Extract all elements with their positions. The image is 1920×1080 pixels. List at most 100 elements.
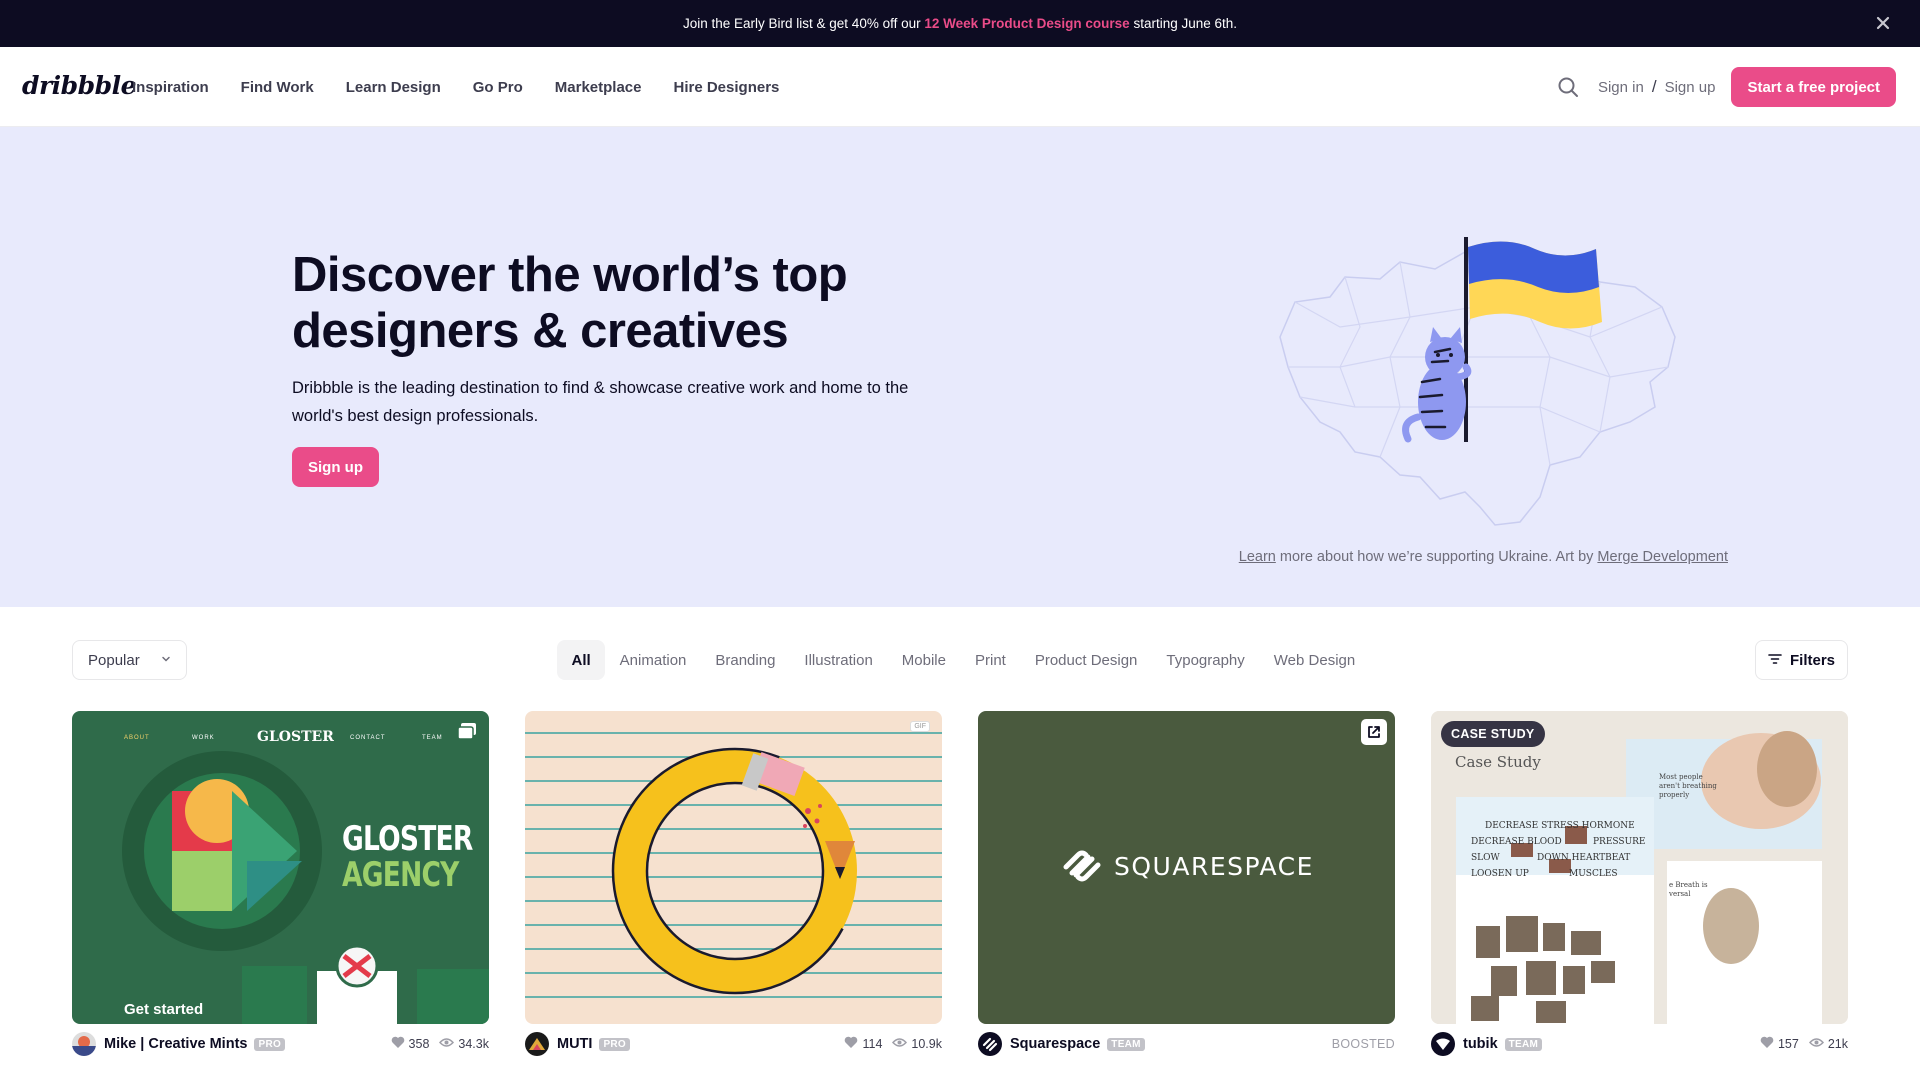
heart-icon	[391, 1036, 405, 1052]
promo-text: Join the Early Bird list & get 40% off o…	[682, 16, 1238, 31]
search-icon[interactable]	[1554, 73, 1582, 101]
category-mobile[interactable]: Mobile	[887, 640, 960, 680]
shot-card: CASE STUDY Case Study DECREASE STRESS HO…	[1431, 711, 1848, 1056]
case-line-5: DOWN HEARTBEAT	[1537, 853, 1631, 863]
auth-separator: /	[1651, 77, 1657, 96]
promo-course-link[interactable]: 12 Week Product Design course	[924, 16, 1129, 31]
case-line-2: DECREASE BLOOD	[1471, 837, 1562, 847]
shot-menu-team: TEAM	[422, 735, 443, 741]
shot-author[interactable]: Squarespace	[1010, 1036, 1100, 1052]
squarespace-logo: SQUARESPACE	[1060, 849, 1314, 883]
sign-up-link[interactable]: Sign up	[1665, 79, 1716, 96]
start-project-button[interactable]: Start a free project	[1731, 67, 1896, 107]
shot-meta: Squarespace TEAM BOOSTED	[978, 1032, 1395, 1056]
shot-card: GIF MUTI PRO 114 10.9k	[525, 711, 942, 1056]
case-side-note: Most people aren't breathing properly	[1659, 773, 1717, 799]
category-illustration[interactable]: Illustration	[790, 640, 887, 680]
shot-brand-text: GLOSTER	[257, 729, 334, 745]
shot-stats: 157 21k	[1760, 1036, 1848, 1052]
category-branding[interactable]: Branding	[701, 640, 790, 680]
filter-icon	[1768, 652, 1782, 669]
shot-grid: GLOSTER ABOUT WORK CONTACT TEAM GLOSTER …	[72, 711, 1848, 1080]
multi-shot-icon	[455, 719, 481, 745]
case-line-3: PRESSURE	[1593, 837, 1646, 847]
views-stat: 10.9k	[892, 1037, 942, 1051]
avatar[interactable]	[1431, 1032, 1455, 1056]
auth-links: Sign in / Sign up	[1598, 77, 1715, 97]
case-side-note-2: e Breath is versal	[1669, 881, 1708, 898]
views-stat: 34.3k	[439, 1037, 489, 1051]
sort-dropdown[interactable]: Popular	[72, 640, 187, 680]
filter-bar: Popular All Animation Branding Illustrat…	[0, 607, 1920, 712]
shot-menu-contact: CONTACT	[350, 735, 386, 741]
shot-headline-1: GLOSTER	[342, 819, 473, 859]
shot-thumbnail[interactable]: GLOSTER ABOUT WORK CONTACT TEAM GLOSTER …	[72, 711, 489, 1024]
category-animation[interactable]: Animation	[605, 640, 701, 680]
nav-link-inspiration[interactable]: Inspiration	[132, 79, 209, 96]
nav-right: Sign in / Sign up Start a free project	[1554, 47, 1896, 127]
boosted-label: BOOSTED	[1331, 1037, 1395, 1051]
promo-banner: Join the Early Bird list & get 40% off o…	[0, 0, 1920, 47]
shot-thumbnail[interactable]: SQUARESPACE	[978, 711, 1395, 1024]
eye-icon	[439, 1037, 455, 1051]
case-study-badge: CASE STUDY	[1441, 721, 1545, 747]
hero-signup-button[interactable]: Sign up	[292, 447, 379, 487]
chevron-down-icon	[160, 652, 172, 669]
ukraine-illustration	[1250, 207, 1700, 537]
shot-menu-work: WORK	[192, 735, 215, 741]
shot-author[interactable]: Mike | Creative Mints	[104, 1036, 247, 1052]
avatar[interactable]	[978, 1032, 1002, 1056]
avatar[interactable]	[525, 1032, 549, 1056]
shot-author[interactable]: MUTI	[557, 1036, 592, 1052]
views-stat: 21k	[1808, 1037, 1848, 1051]
shot-meta: tubik TEAM 157 21k	[1431, 1032, 1848, 1056]
pro-badge: PRO	[254, 1037, 286, 1051]
shot-stats: 358 34.3k	[391, 1036, 489, 1052]
nav-link-marketplace[interactable]: Marketplace	[555, 79, 642, 96]
team-badge: TEAM	[1504, 1037, 1543, 1051]
filters-button[interactable]: Filters	[1755, 640, 1848, 680]
shot-stats: 114 10.9k	[844, 1036, 942, 1052]
likes-stat[interactable]: 114	[844, 1036, 882, 1052]
shot-thumbnail[interactable]: CASE STUDY Case Study DECREASE STRESS HO…	[1431, 711, 1848, 1024]
case-line-7: MUSCLES	[1569, 869, 1618, 879]
pro-badge: PRO	[599, 1037, 631, 1051]
close-icon[interactable]	[1872, 12, 1894, 34]
avatar[interactable]	[72, 1032, 96, 1056]
case-line-6: LOOSEN UP	[1471, 869, 1529, 879]
shot-thumbnail[interactable]: GIF	[525, 711, 942, 1024]
category-web-design[interactable]: Web Design	[1259, 640, 1369, 680]
shot-meta: MUTI PRO 114 10.9k	[525, 1032, 942, 1056]
hero-section: Discover the world’s top designers & cre…	[0, 127, 1920, 607]
eye-icon	[1808, 1037, 1824, 1051]
nav-link-hire-designers[interactable]: Hire Designers	[674, 79, 780, 96]
shot-cta-text: Get started	[124, 1001, 204, 1018]
nav-link-learn-design[interactable]: Learn Design	[346, 79, 441, 96]
category-product-design[interactable]: Product Design	[1020, 640, 1152, 680]
squarespace-logo-icon	[1060, 849, 1104, 883]
nav-links: Inspiration Find Work Learn Design Go Pr…	[132, 47, 779, 127]
likes-stat[interactable]: 157	[1760, 1036, 1799, 1052]
external-link-icon[interactable]	[1361, 719, 1387, 745]
dribbble-logo[interactable]: dribbble	[22, 71, 137, 100]
case-line-1: DECREASE STRESS HORMONE	[1485, 821, 1635, 831]
filters-label: Filters	[1789, 651, 1835, 669]
shot-card: SQUARESPACE Squarespace TEAM BOOSTED	[978, 711, 1395, 1056]
nav-link-find-work[interactable]: Find Work	[241, 79, 314, 96]
shot-card: GLOSTER ABOUT WORK CONTACT TEAM GLOSTER …	[72, 711, 489, 1056]
shot-meta: Mike | Creative Mints PRO 358 34.3k	[72, 1032, 489, 1056]
credit-artist-link[interactable]: Merge Development	[1597, 549, 1728, 565]
shot-author[interactable]: tubik	[1463, 1036, 1498, 1052]
heart-icon	[844, 1036, 858, 1052]
ukraine-credit: Learn more about how we’re supporting Uk…	[1238, 549, 1728, 565]
case-study-title: Case Study	[1455, 753, 1541, 771]
category-all[interactable]: All	[557, 640, 606, 680]
likes-stat[interactable]: 358	[391, 1036, 429, 1052]
sign-in-link[interactable]: Sign in	[1598, 79, 1644, 96]
gif-badge: GIF	[910, 721, 930, 732]
heart-icon	[1760, 1036, 1774, 1052]
category-print[interactable]: Print	[960, 640, 1020, 680]
nav-link-go-pro[interactable]: Go Pro	[473, 79, 523, 96]
category-typography[interactable]: Typography	[1152, 640, 1259, 680]
credit-learn-link[interactable]: Learn	[1239, 549, 1276, 565]
